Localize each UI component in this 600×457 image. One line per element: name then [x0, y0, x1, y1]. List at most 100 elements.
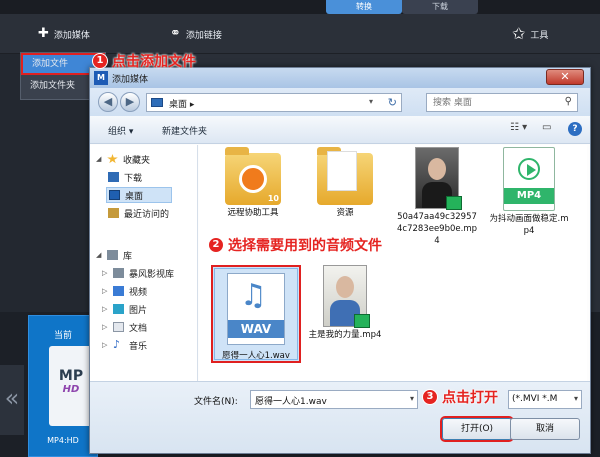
expand-icon: ▷: [102, 341, 108, 349]
refresh-icon[interactable]: ↻: [388, 96, 397, 109]
tab-download[interactable]: 下载: [402, 0, 478, 14]
dialog-title-bar: M 添加媒体 ✕: [90, 68, 590, 88]
desktop-icon: [151, 98, 163, 107]
music-note-icon: ♪: [113, 338, 121, 351]
new-folder-button[interactable]: 新建文件夹: [162, 124, 207, 137]
format-card-current[interactable]: 当前 MP HD MP4:HD: [28, 315, 98, 457]
add-media-button[interactable]: ✚ 添加媒体: [38, 26, 90, 42]
link-icon: ⚭: [170, 26, 181, 41]
filetype-select[interactable]: (*.MVI *.M ▾: [508, 390, 582, 409]
step-text: 选择需要用到的音频文件: [228, 238, 382, 254]
nav-music-label: 音乐: [129, 341, 148, 352]
download-folder-icon: [108, 172, 119, 182]
annotation-step-1: 1 点击添加文件: [92, 51, 196, 71]
nav-libraries[interactable]: ◢ 库: [96, 247, 132, 263]
breadcrumb[interactable]: 桌面 ▸: [169, 97, 194, 110]
navigation-pane: ◢ 收藏夹 下载 桌面 最近访问的 ◢ 库 ▷ 暴风影视库 ▷ 视频 ▷ 图片 …: [90, 145, 198, 381]
person-face: [428, 158, 446, 180]
play-icon: [518, 158, 540, 180]
command-bar: 组织 ▾ 新建文件夹 ☷ ▾ ▭ ?: [90, 116, 590, 144]
chevron-down-icon[interactable]: ▾: [574, 394, 578, 403]
open-file-dialog: M 添加媒体 ✕ ◀ ▶ 桌面 ▸ ▾ ↻ ⚲ 组织 ▾ 新建文件夹 ☷ ▾ ▭…: [89, 67, 591, 454]
nav-music[interactable]: ▷ ♪ 音乐: [102, 337, 147, 353]
video-thumbnail: [323, 265, 370, 328]
address-bar[interactable]: 桌面 ▸ ▾ ↻: [146, 93, 402, 112]
desktop-icon: [109, 190, 120, 200]
nav-recent[interactable]: 最近访问的: [108, 205, 169, 221]
search-icon: ⚲: [564, 96, 572, 107]
tools-button[interactable]: ✩ 工具: [512, 26, 548, 42]
nav-desktop[interactable]: 桌面: [106, 187, 172, 203]
file-item[interactable]: 50a47aa49c329574c7283ee9b0e.mp4: [395, 147, 479, 247]
cancel-button[interactable]: 取消: [510, 418, 580, 440]
wav-tag: WAV: [228, 320, 284, 338]
filename-field[interactable]: 愿得一人心1.wav ▾: [250, 390, 418, 409]
dialog-footer: 文件名(N): 愿得一人心1.wav ▾ (*.MVI *.M ▾ 打开(O) …: [90, 381, 590, 453]
close-button[interactable]: ✕: [546, 69, 584, 85]
file-item[interactable]: 资源: [303, 147, 387, 219]
mp4-file-icon: MP4: [503, 147, 555, 211]
step-number: 3: [422, 389, 438, 405]
folder-icon: [317, 147, 373, 205]
breadcrumb-arrow-icon: ▸: [189, 100, 195, 110]
tools-star-icon: ✩: [512, 24, 526, 43]
file-item[interactable]: 主是我的力量.mp4: [303, 265, 387, 341]
forward-arrow-icon[interactable]: ▶: [120, 92, 140, 112]
nav-storm-library[interactable]: ▷ 暴风影视库: [102, 265, 174, 281]
nav-recent-label: 最近访问的: [124, 209, 170, 220]
chevron-down-icon[interactable]: ▾: [410, 394, 414, 403]
nav-videos[interactable]: ▷ 视频: [102, 283, 147, 299]
tab-convert[interactable]: 转换: [326, 0, 402, 14]
expand-icon: ▷: [102, 269, 108, 277]
file-item[interactable]: MP4 为抖动画面做稳定.mp4: [487, 147, 571, 237]
thumb-text: MP: [58, 368, 84, 384]
search-box[interactable]: ⚲: [426, 93, 578, 112]
add-link-button[interactable]: ⚭ 添加链接: [170, 26, 222, 42]
file-name: 远程协助工具: [227, 208, 279, 218]
nav-pictures-label: 图片: [129, 305, 148, 316]
video-thumbnail: [415, 147, 462, 210]
file-item-selected[interactable]: ♫ WAV 愿得一人心1.wav: [211, 265, 301, 363]
address-dropdown-icon[interactable]: ▾: [369, 97, 373, 106]
library-icon: [113, 268, 124, 278]
step-number: 2: [208, 237, 224, 253]
filetype-value: (*.MVI *.M: [512, 394, 558, 404]
annotation-step-3: 3 点击打开: [422, 387, 498, 407]
mp4-hd-thumb: MP HD: [49, 346, 93, 426]
nav-downloads[interactable]: 下载: [108, 169, 142, 185]
file-item[interactable]: 10 远程协助工具: [211, 147, 295, 219]
file-name: 50a47aa49c329574c7283ee9b0e.mp4: [397, 212, 477, 246]
nav-pictures[interactable]: ▷ 图片: [102, 301, 147, 317]
person-face: [336, 276, 354, 298]
expand-icon: ◢: [96, 251, 102, 259]
music-note-icon: ♫: [240, 278, 267, 313]
file-name: 资源: [336, 208, 354, 218]
format-label: MP4:HD: [47, 436, 79, 445]
open-button[interactable]: 打开(O): [442, 418, 512, 440]
nav-favorites[interactable]: ◢ 收藏夹: [96, 151, 150, 167]
step-number: 1: [92, 53, 108, 69]
expand-icon: ◢: [96, 155, 102, 163]
nav-favorites-label: 收藏夹: [123, 155, 151, 166]
video-badge-icon: [354, 314, 370, 328]
nav-libraries-label: 库: [123, 251, 133, 262]
file-name: 主是我的力量.mp4: [308, 330, 382, 340]
thumb-sub: HD: [62, 384, 80, 395]
step-text: 点击打开: [442, 390, 498, 406]
search-input[interactable]: [427, 94, 555, 111]
view-options-icon[interactable]: ☷ ▾: [510, 122, 527, 133]
breadcrumb-desktop: 桌面: [169, 100, 188, 110]
preview-pane-icon[interactable]: ▭: [542, 122, 551, 133]
document-library-icon: [113, 322, 124, 332]
library-icon: [107, 250, 118, 260]
address-row: ◀ ▶ 桌面 ▸ ▾ ↻ ⚲: [90, 88, 590, 116]
back-arrow-icon[interactable]: ◀: [98, 92, 118, 112]
current-label: 当前: [53, 331, 72, 341]
strip-prev-button[interactable]: «: [0, 365, 24, 435]
app-title-bar: 转换 下载: [0, 0, 600, 14]
help-icon[interactable]: ?: [568, 122, 582, 136]
expand-icon: ▷: [102, 287, 108, 295]
organize-button[interactable]: 组织 ▾: [108, 124, 133, 137]
nav-documents[interactable]: ▷ 文档: [102, 319, 147, 335]
step-text: 点击添加文件: [112, 54, 196, 70]
